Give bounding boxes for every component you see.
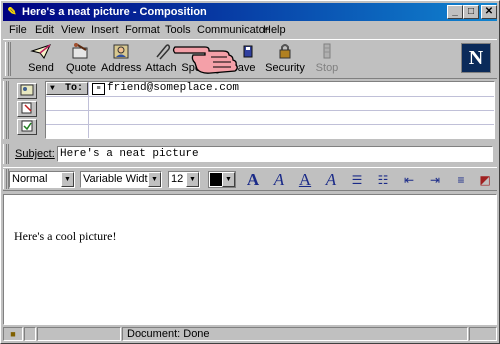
stop-button[interactable]: Stop (307, 42, 347, 78)
menu-bar: File Edit View Insert Format Tools Commu… (3, 22, 497, 38)
address-button[interactable]: Address (101, 42, 141, 78)
bold-icon[interactable]: A (243, 171, 263, 189)
menu-communicator[interactable]: Communicator (195, 23, 271, 37)
window-title: Here's a neat picture - Composition (22, 6, 207, 18)
address-row-2[interactable] (46, 96, 494, 111)
subject-label: Subject: (15, 148, 55, 160)
status-text: Document: Done (127, 328, 210, 340)
dropdown-arrow-icon: ▼ (148, 172, 161, 187)
composer-window: ✎ Here's a neat picture - Composition _ … (0, 0, 500, 344)
lock-icon (265, 42, 305, 62)
message-body-editor[interactable]: Here's a cool picture! (3, 194, 497, 325)
font-size-value: 12 (171, 173, 184, 185)
attachments-tab[interactable] (17, 101, 37, 117)
component-bar-panel[interactable] (469, 327, 497, 341)
font-select[interactable]: Variable Width ▼ (80, 171, 162, 188)
address-row-3[interactable] (46, 110, 494, 125)
remove-styles-icon[interactable]: A (321, 171, 341, 189)
send-icon (21, 42, 61, 62)
insert-object-icon[interactable]: ◩ (475, 171, 495, 189)
paragraph-style-select[interactable]: Normal ▼ (9, 171, 75, 188)
connection-panel (24, 327, 36, 341)
menu-insert[interactable]: Insert (89, 23, 121, 37)
recipient-card-icon: ≡ (92, 83, 105, 95)
format-toolbar: Normal ▼ Variable Width ▼ 12 ▼ ▼ A A A A… (3, 167, 497, 191)
message-body-text: Here's a cool picture! (14, 229, 117, 243)
bullet-list-icon[interactable]: ☰ (347, 171, 367, 189)
dropdown-arrow-icon: ▼ (50, 84, 55, 93)
dropdown-arrow-icon: ▼ (61, 172, 74, 187)
recipient-type-select[interactable]: ▼ To: (46, 82, 88, 95)
address-row-1[interactable]: ▼ To: ≡ friend@someplace.com (46, 82, 494, 97)
security-lock-icon: ■ (10, 329, 16, 339)
minimize-button[interactable]: _ (447, 5, 463, 19)
underline-icon[interactable]: A (295, 171, 315, 189)
pointing-hand-cursor-icon (172, 46, 238, 74)
alignment-icon[interactable]: ≡ (451, 171, 471, 189)
address-list: ▼ To: ≡ friend@someplace.com (45, 81, 495, 139)
dropdown-arrow-icon: ▼ (222, 172, 235, 187)
numbered-list-icon[interactable]: ☷ (373, 171, 393, 189)
toolbar-grip[interactable] (5, 42, 11, 76)
security-status-panel[interactable]: ■ (3, 327, 23, 341)
options-tab[interactable] (17, 119, 37, 135)
message-options-icon (21, 120, 33, 132)
quote-button[interactable]: Quote (61, 42, 101, 78)
font-size-select[interactable]: 12 ▼ (168, 171, 200, 188)
title-bar[interactable]: ✎ Here's a neat picture - Composition _ … (3, 3, 497, 21)
netscape-logo[interactable]: N (461, 43, 491, 73)
security-button[interactable]: Security (265, 42, 305, 78)
stop-icon (307, 42, 347, 62)
menu-view[interactable]: View (59, 23, 87, 37)
address-area: ▼ To: ≡ friend@someplace.com (3, 81, 497, 141)
decrease-indent-icon[interactable]: ⇤ (399, 171, 419, 189)
subject-input[interactable]: Here's a neat picture (57, 146, 493, 162)
send-button[interactable]: Send (21, 42, 61, 78)
menu-tools[interactable]: Tools (163, 23, 193, 37)
subject-bar: Subject: Here's a neat picture (3, 144, 497, 164)
address-row-4[interactable] (46, 124, 494, 138)
dropdown-arrow-icon: ▼ (186, 172, 199, 187)
progress-panel (37, 327, 121, 341)
menu-file[interactable]: File (7, 23, 29, 37)
status-text-panel: Document: Done (122, 327, 468, 341)
composer-app-icon[interactable]: ✎ (5, 5, 19, 19)
address-grip[interactable] (3, 81, 9, 139)
status-bar: ■ Document: Done (3, 326, 497, 342)
menu-format[interactable]: Format (123, 23, 162, 37)
italic-icon[interactable]: A (269, 171, 289, 189)
address-card-icon (20, 84, 34, 96)
menu-help[interactable]: Help (261, 23, 288, 37)
composition-toolbar: Send Quote Address Attach Spelling (3, 39, 497, 79)
text-color-swatch (210, 173, 222, 186)
address-tab[interactable] (17, 83, 37, 99)
recipient-address[interactable]: friend@someplace.com (107, 82, 239, 95)
font-value: Variable Width (83, 173, 154, 185)
address-tabs (13, 81, 45, 139)
attachment-icon (21, 102, 32, 114)
quote-icon (61, 42, 101, 62)
paragraph-style-value: Normal (12, 173, 48, 185)
increase-indent-icon[interactable]: ⇥ (425, 171, 445, 189)
text-color-picker[interactable]: ▼ (208, 171, 236, 188)
subject-grip[interactable] (3, 144, 9, 164)
address-book-icon (101, 42, 141, 62)
close-button[interactable]: ✕ (481, 5, 497, 19)
maximize-button[interactable]: □ (463, 5, 479, 19)
menu-edit[interactable]: Edit (33, 23, 56, 37)
